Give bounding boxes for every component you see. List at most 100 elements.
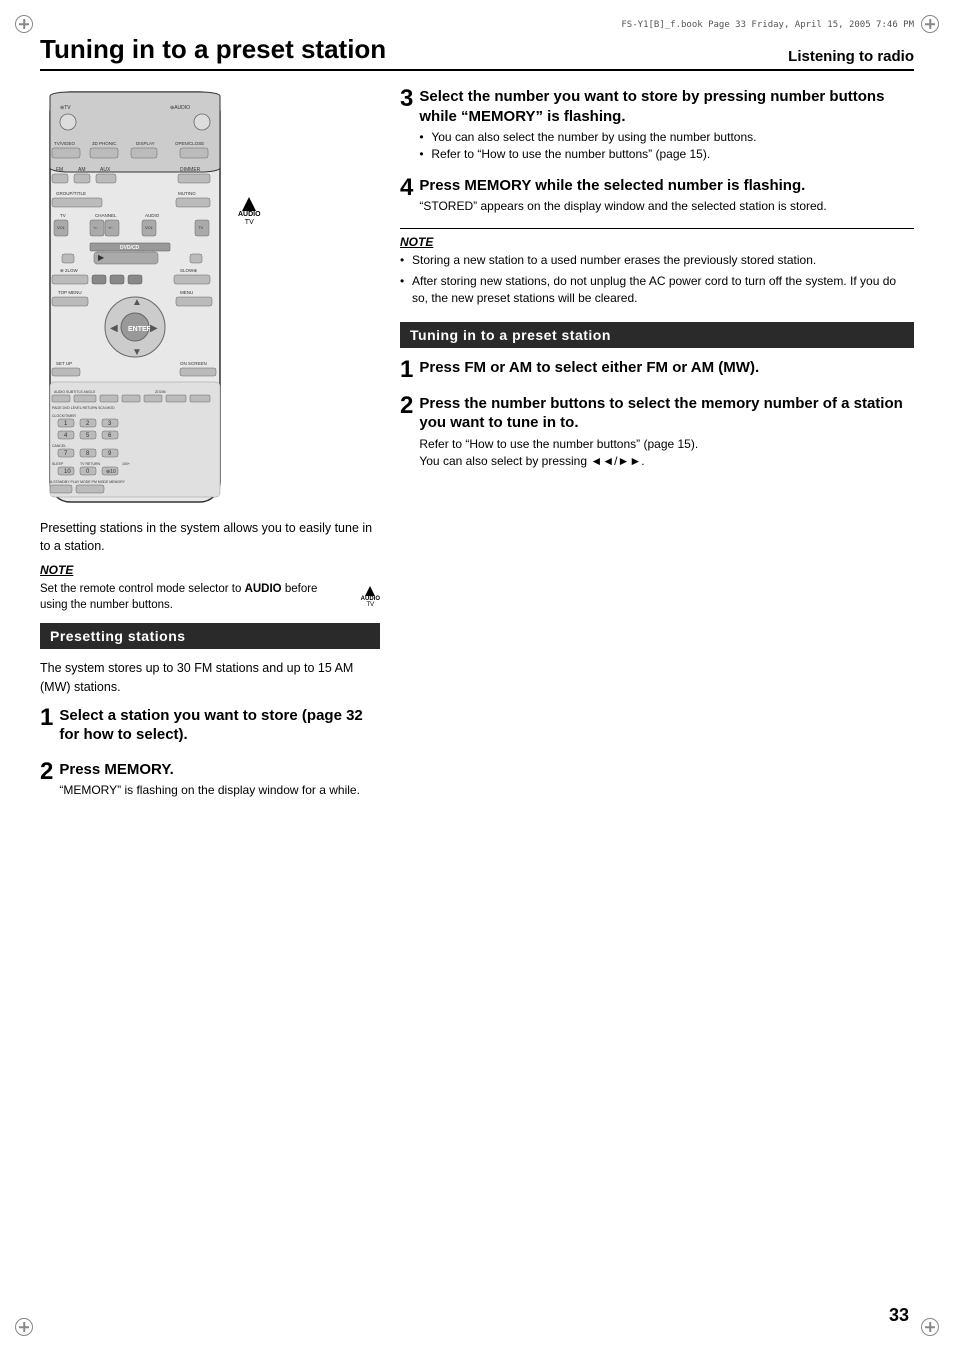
right-step2-body: Refer to “How to use the number buttons”…	[419, 436, 914, 453]
svg-text:PAGE DVD LEVEL RETURN SCN.MOD: PAGE DVD LEVEL RETURN SCN.MOD	[52, 406, 115, 410]
svg-text:TV/VIDEO: TV/VIDEO	[54, 141, 76, 146]
svg-text:ENTER: ENTER	[128, 326, 152, 333]
note-tv-label: TV	[366, 602, 374, 608]
svg-text:3D PHONIC: 3D PHONIC	[92, 141, 117, 146]
step1-number: 1	[40, 706, 53, 730]
svg-text:GROUP/TITLE: GROUP/TITLE	[56, 191, 86, 196]
svg-text:VOL: VOL	[57, 225, 66, 230]
section2-header: Tuning in to a preset station	[400, 322, 914, 348]
note-arrow-indicator: AUDIO TV	[361, 586, 380, 608]
corner-mark-tl	[15, 15, 33, 33]
step3-bullet-1: You can also select the number by using …	[419, 129, 914, 146]
note-text-main: Set the remote control mode selector to	[40, 583, 241, 595]
svg-text:⊕TV: ⊕TV	[60, 105, 71, 111]
svg-text:▼: ▼	[132, 347, 142, 358]
svg-text:TOP MENU: TOP MENU	[58, 290, 82, 295]
two-col-layout: ⊕TV ⊕AUDIO TV/VIDEO 3D PHONIC DISPLAY OP…	[40, 87, 914, 812]
svg-text:▶: ▶	[98, 253, 105, 262]
corner-mark-bl	[15, 1318, 33, 1336]
svg-text:AUDIO SUBTITLE ANGLE: AUDIO SUBTITLE ANGLE	[54, 390, 96, 394]
svg-text:SLOW⊕: SLOW⊕	[180, 268, 197, 273]
step4-title: Press MEMORY while the selected number i…	[419, 176, 914, 196]
right-section2-step2: 2 Press the number buttons to select the…	[400, 394, 914, 471]
step2-title: Press MEMORY.	[59, 760, 380, 780]
svg-text:▶: ▶	[150, 323, 158, 334]
file-info: FS-Y1[B]_f.book Page 33 Friday, April 15…	[40, 20, 914, 30]
corner-mark-tr	[921, 15, 939, 33]
right-step2-body2: You can also select by pressing ◄◄/►►.	[419, 453, 914, 470]
page-header: Tuning in to a preset station Listening …	[40, 34, 914, 71]
page-title: Tuning in to a preset station	[40, 34, 386, 65]
audio-label: AUDIO	[238, 211, 261, 219]
svg-text:VOL: VOL	[145, 225, 154, 230]
svg-text:SET UP: SET UP	[56, 361, 72, 366]
step1-title: Select a station you want to store (page…	[59, 706, 380, 745]
svg-text:+/-: +/-	[108, 225, 113, 230]
svg-text:100+: 100+	[122, 462, 130, 466]
right-step2-number: 2	[400, 394, 413, 418]
step4-body: “STORED” appears on the display window a…	[419, 198, 914, 215]
right-note-list: Storing a new station to a used number e…	[400, 252, 914, 308]
left-note-heading: NOTE	[40, 563, 380, 577]
svg-text:DISPLAY: DISPLAY	[136, 141, 155, 146]
svg-text:AUX: AUX	[100, 167, 111, 173]
svg-text:⊕AUDIO: ⊕AUDIO	[170, 105, 190, 111]
svg-text:AM: AM	[78, 167, 86, 173]
step3-title: Select the number you want to store by p…	[419, 87, 914, 126]
step3-bullets: You can also select the number by using …	[419, 129, 914, 164]
svg-text:CANCEL: CANCEL	[52, 444, 66, 448]
note-text-bold: AUDIO	[245, 583, 282, 595]
note-indicator-row: Set the remote control mode selector to …	[40, 581, 380, 613]
svg-text:TV RETURN: TV RETURN	[80, 462, 101, 466]
section1-header: Presetting stations	[40, 623, 380, 649]
svg-text:CLOCK/TIMER: CLOCK/TIMER	[52, 414, 76, 418]
svg-text:◀: ◀	[110, 323, 118, 334]
tv-label: TV	[245, 219, 254, 227]
left-step-1: 1 Select a station you want to store (pa…	[40, 706, 380, 748]
corner-mark-br	[921, 1318, 939, 1336]
step4-content: Press MEMORY while the selected number i…	[419, 176, 914, 216]
step2-body: “MEMORY” is flashing on the display wind…	[59, 782, 380, 799]
svg-text:10: 10	[64, 469, 71, 475]
right-note-item-1: Storing a new station to a used number e…	[400, 252, 914, 269]
page-container: FS-Y1[B]_f.book Page 33 Friday, April 15…	[0, 0, 954, 1351]
remote-control-image: ⊕TV ⊕AUDIO TV/VIDEO 3D PHONIC DISPLAY OP…	[40, 87, 230, 507]
right-note-box: NOTE Storing a new station to a used num…	[400, 228, 914, 308]
svg-text:DIMMER: DIMMER	[180, 167, 201, 173]
section1-body: The system stores up to 30 FM stations a…	[40, 659, 380, 695]
svg-text:DVD/CD: DVD/CD	[120, 245, 140, 251]
step1-content: Select a station you want to store (page…	[59, 706, 380, 748]
svg-text:OPEN/CLOSE: OPEN/CLOSE	[175, 141, 204, 146]
svg-text:CHANNEL: CHANNEL	[95, 213, 117, 218]
right-step-3: 3 Select the number you want to store by…	[400, 87, 914, 164]
right-step-4: 4 Press MEMORY while the selected number…	[400, 176, 914, 216]
svg-text:ZOOM: ZOOM	[155, 390, 166, 394]
left-column: ⊕TV ⊕AUDIO TV/VIDEO 3D PHONIC DISPLAY OP…	[40, 87, 380, 812]
svg-text:⊕10: ⊕10	[106, 469, 116, 475]
intro-text: Presetting stations in the system allows…	[40, 519, 380, 555]
step3-number: 3	[400, 87, 413, 111]
svg-text:SLEEP: SLEEP	[52, 462, 64, 466]
right-note-item-2: After storing new stations, do not unplu…	[400, 273, 914, 308]
right-note-heading: NOTE	[400, 235, 914, 249]
svg-text:A.STANDBY PLAY MODE PM MODE ME: A.STANDBY PLAY MODE PM MODE MEMORY	[50, 480, 126, 484]
left-step-2: 2 Press MEMORY. “MEMORY” is flashing on …	[40, 760, 380, 800]
svg-text:AUDIO: AUDIO	[145, 213, 160, 218]
svg-text:⊕ 2LOW: ⊕ 2LOW	[60, 268, 79, 273]
audio-mode-indicator: AUDIO TV	[238, 87, 261, 507]
right-step1-number: 1	[400, 358, 413, 382]
right-step1-content: Press FM or AM to select either FM or AM…	[419, 358, 914, 381]
right-section2-step1: 1 Press FM or AM to select either FM or …	[400, 358, 914, 382]
right-step2-title: Press the number buttons to select the m…	[419, 394, 914, 433]
svg-text:MENU: MENU	[180, 290, 193, 295]
note-text: Set the remote control mode selector to …	[40, 581, 347, 613]
svg-text:TV: TV	[198, 225, 203, 230]
page-section: Listening to radio	[788, 48, 914, 65]
step4-number: 4	[400, 176, 413, 200]
step3-bullet-2: Refer to “How to use the number buttons”…	[419, 146, 914, 163]
up-arrow-icon	[242, 197, 256, 211]
svg-text:ON SCREEN: ON SCREEN	[180, 361, 207, 366]
right-step2-content: Press the number buttons to select the m…	[419, 394, 914, 471]
step3-content: Select the number you want to store by p…	[419, 87, 914, 164]
left-note: NOTE Set the remote control mode selecto…	[40, 563, 380, 613]
